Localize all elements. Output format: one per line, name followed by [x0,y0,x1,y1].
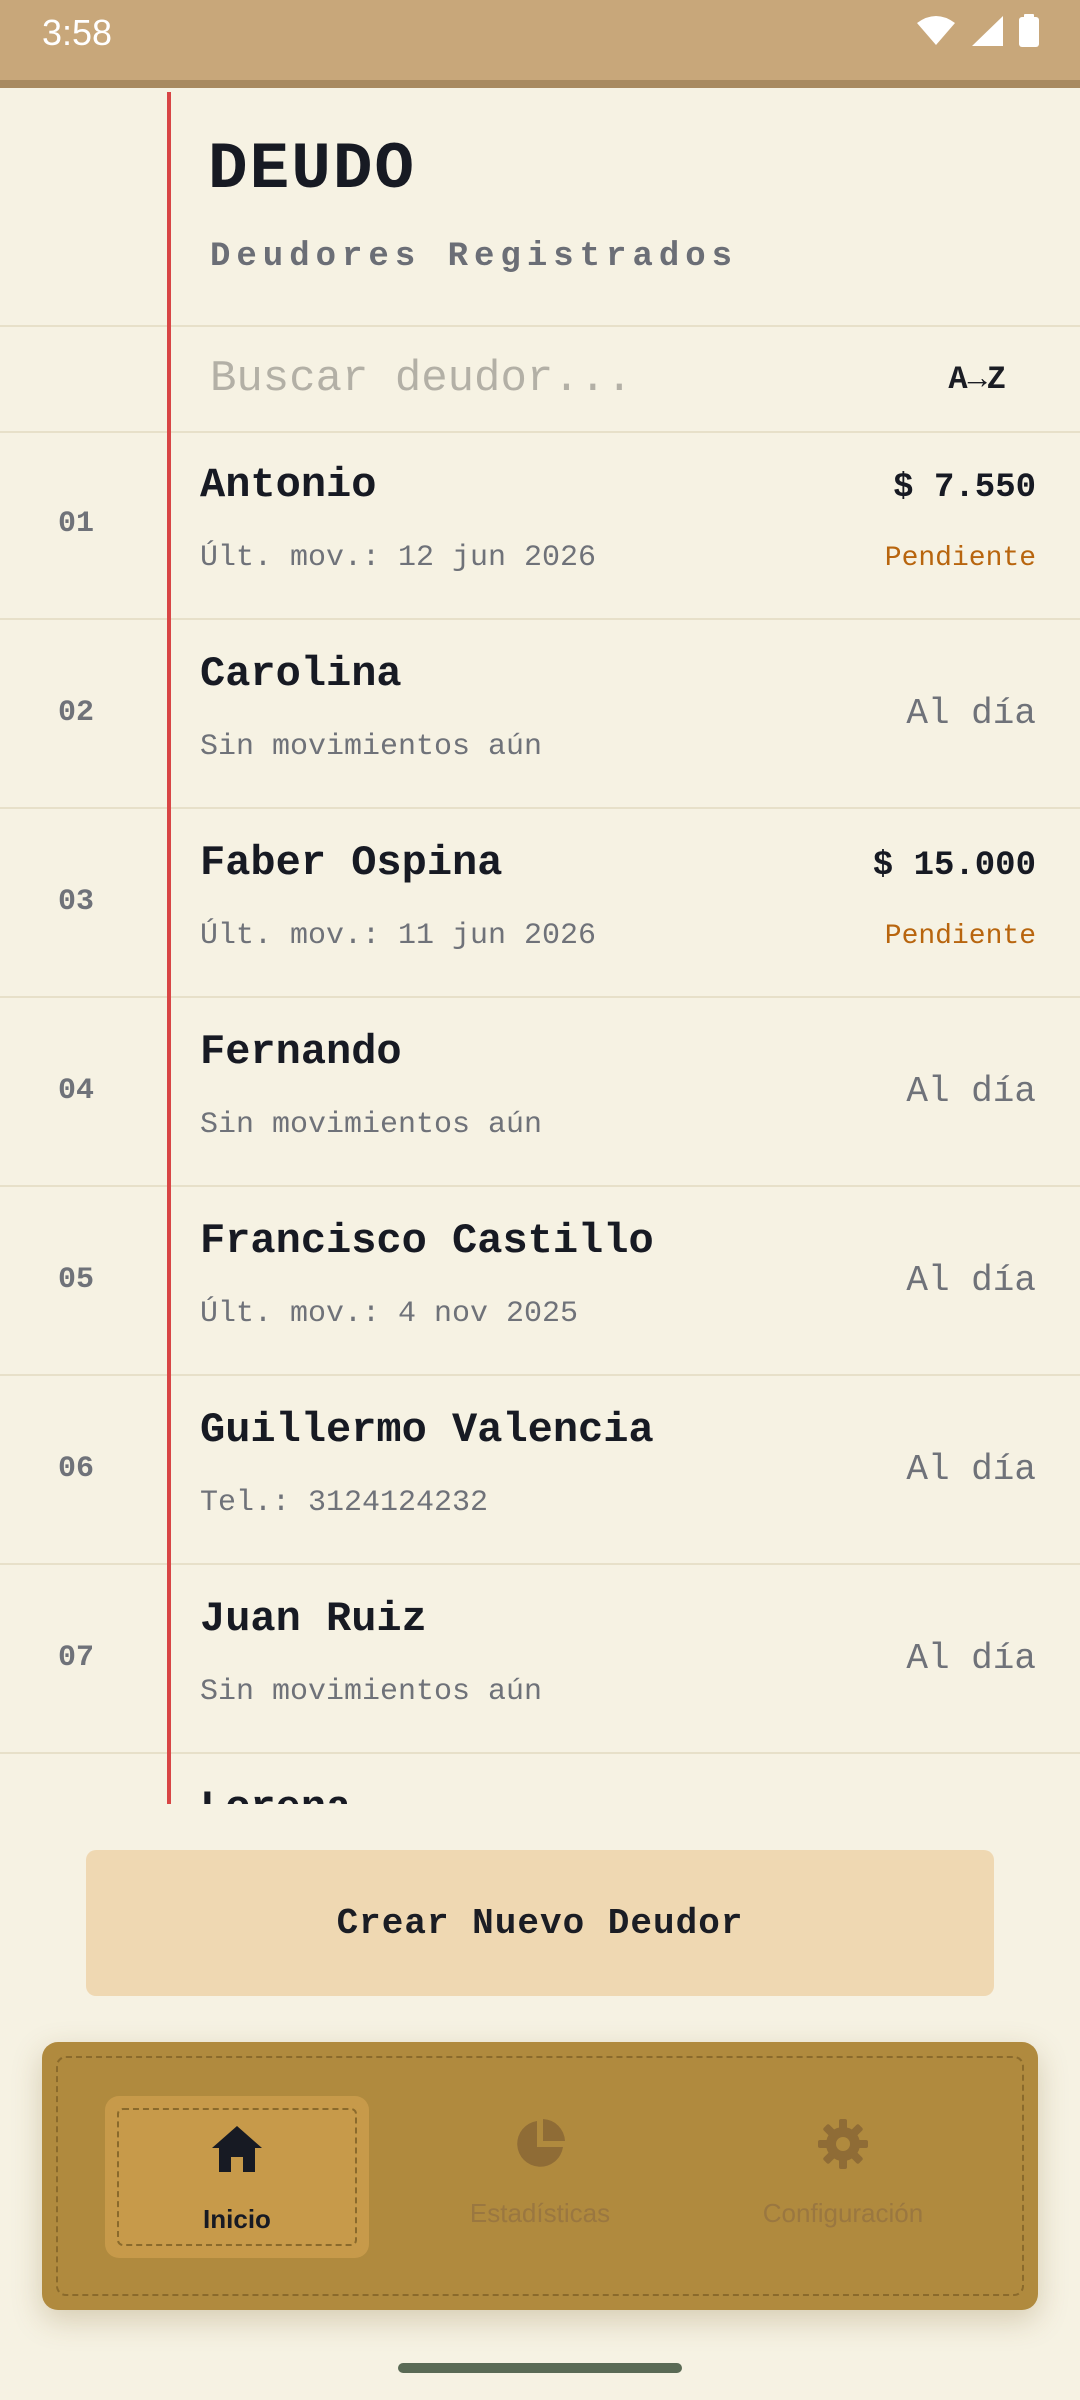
debtor-row[interactable]: 07 Juan Ruiz Sin movimientos aún Al día [0,1565,1080,1754]
debtor-name: Carolina [200,650,402,698]
battery-icon [1019,14,1039,47]
nav-item-estadisticas[interactable]: Estadísticas [408,2042,672,2310]
create-debtor-button[interactable]: Crear Nuevo Deudor [86,1850,994,1996]
nav-label: Estadísticas [469,2198,611,2228]
status-badge: Al día [906,1638,1036,1679]
row-number: 07 [58,1641,95,1675]
debtor-detail: Tel.: 3124124232 [200,1486,489,1520]
debtor-detail: Últ. mov.: 4 nov 2025 [200,1297,579,1331]
status-time: 3:58 [42,12,113,53]
debtor-name: Francisco Castillo [200,1217,654,1265]
page-subtitle: Deudores Registrados [210,238,739,276]
debtor-list: 01 Antonio Últ. mov.: 12 jun 2026 $ 7.55… [0,431,1080,1804]
nav-item-inicio[interactable]: Inicio [105,2042,369,2310]
header: DEUDO Deudores Registrados [0,92,1080,327]
debtor-name: Antonio [200,461,377,509]
status-badge: Pendiente [884,543,1036,574]
row-number: 05 [58,1263,95,1297]
status-badge: Al día [906,1071,1036,1112]
debtor-name: Guillermo Valencia [200,1406,654,1454]
debtor-row[interactable]: 04 Fernando Sin movimientos aún Al día [0,998,1080,1187]
debtor-row[interactable]: 02 Carolina Sin movimientos aún Al día [0,620,1080,809]
debtor-row[interactable]: 01 Antonio Últ. mov.: 12 jun 2026 $ 7.55… [0,431,1080,620]
search-input[interactable] [208,343,812,415]
status-badge: Pendiente [884,921,1036,952]
app-title: DEUDO [208,132,417,207]
notebook-paper: DEUDO Deudores Registrados A→Z 01 Antoni… [0,92,1080,1804]
debtor-amount: $ 7.550 [893,469,1036,507]
margin-line [167,92,171,1804]
row-number: 08 [58,1754,94,1804]
debtor-detail: Sin movimientos aún [200,730,543,764]
debtor-row[interactable]: 08 Lorena [0,1754,1080,1804]
debtor-row[interactable]: 03 Faber Ospina Últ. mov.: 11 jun 2026 $… [0,809,1080,998]
status-badge: Al día [906,1260,1036,1301]
status-badge: Al día [906,693,1036,734]
sort-toggle-button[interactable]: A→Z [948,361,1006,398]
row-number: 01 [58,507,95,541]
nav-item-configuracion[interactable]: Configuración [711,2042,975,2310]
debtor-name: Faber Ospina [200,839,503,887]
gear-icon [818,2119,868,2169]
status-badge: Al día [906,1449,1036,1490]
row-number: 04 [58,1074,95,1108]
status-icons [916,14,1040,48]
debtor-row[interactable]: 06 Guillermo Valencia Tel.: 3124124232 A… [0,1376,1080,1565]
debtor-detail: Sin movimientos aún [200,1108,543,1142]
row-number: 06 [58,1452,95,1486]
debtor-detail: Últ. mov.: 12 jun 2026 [200,541,597,575]
debtor-amount: $ 15.000 [872,847,1036,885]
nav-label: Configuración [762,2198,924,2228]
signal-icon [972,16,1003,46]
home-indicator[interactable] [398,2363,682,2373]
debtor-detail: Últ. mov.: 11 jun 2026 [200,919,597,953]
nav-label: Inicio [203,2204,271,2234]
bottom-nav: Inicio Estadísticas Configuración [42,2042,1038,2310]
debtor-name: Fernando [200,1028,402,1076]
row-number: 02 [58,696,95,730]
wifi-icon [917,16,955,45]
debtor-row[interactable]: 05 Francisco Castillo Últ. mov.: 4 nov 2… [0,1187,1080,1376]
pie-chart-icon [517,2119,565,2167]
debtor-detail: Sin movimientos aún [200,1675,543,1709]
debtor-name: Lorena [200,1784,351,1804]
home-icon [212,2126,262,2172]
debtor-name: Juan Ruiz [200,1595,427,1643]
search-row: A→Z [0,325,1080,433]
status-bar: 3:58 [0,0,1080,88]
row-number: 03 [58,885,95,919]
